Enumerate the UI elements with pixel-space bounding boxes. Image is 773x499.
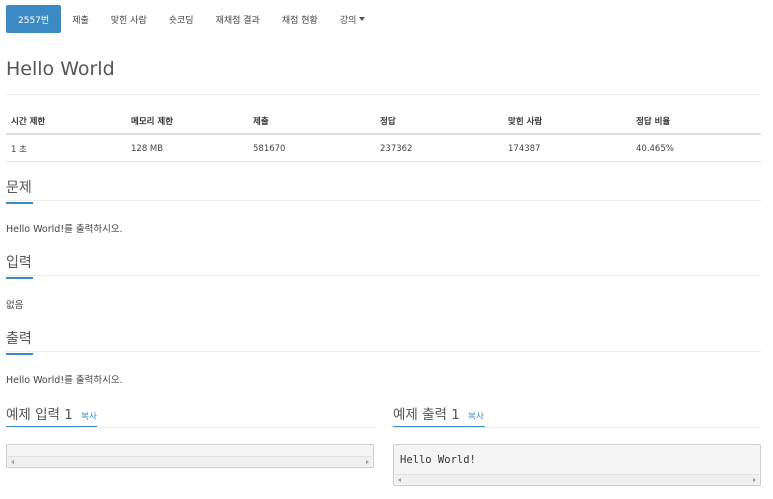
- sample-output-divider: [393, 427, 761, 428]
- caret-down-icon: [359, 17, 366, 21]
- header-accept-ratio: 정답 비율: [631, 107, 761, 135]
- section-output-underline: [6, 353, 33, 355]
- scroll-left-icon[interactable]: [398, 478, 401, 482]
- tab-judge-status[interactable]: 채점 현황: [271, 5, 329, 33]
- section-output-title: 출력: [6, 331, 32, 347]
- sample-output-heading: 예제 출력 1 복사: [393, 403, 484, 423]
- sample-input-title: 예제 입력: [6, 407, 60, 423]
- tab-problem-number[interactable]: 2557번: [6, 5, 62, 33]
- cell-accept-ratio: 40.465%: [631, 134, 761, 162]
- header-memory-limit: 메모리 제한: [126, 107, 248, 135]
- title-divider: [6, 94, 761, 95]
- tab-submit[interactable]: 제출: [61, 5, 100, 33]
- sample-input-scrollbar[interactable]: [8, 456, 372, 466]
- header-solved-users: 맞힌 사람: [503, 107, 631, 135]
- section-output-body: Hello World!를 출력하시오.: [6, 375, 123, 386]
- sample-output-number: 1: [451, 407, 460, 423]
- section-problem-underline: [6, 202, 33, 204]
- tab-short-coding[interactable]: 숏코딩: [158, 5, 205, 33]
- sample-input-divider: [6, 427, 374, 428]
- section-problem-divider: [6, 200, 761, 201]
- cell-memory-limit: 128 MB: [126, 134, 248, 162]
- problem-nav-tabs: 2557번 제출 맞힌 사람 숏코딩 재채점 결과 채점 현황 강의: [6, 5, 376, 33]
- problem-info-table: 시간 제한 메모리 제한 제출 정답 맞힌 사람 정답 비율 1 초 128 M…: [6, 107, 761, 162]
- section-input-body: 없음: [6, 300, 24, 311]
- sample-output-scrollbar[interactable]: [395, 474, 759, 484]
- sample-input-copy-link[interactable]: 복사: [81, 412, 97, 422]
- sample-output-title: 예제 출력: [393, 407, 447, 423]
- section-problem-body: Hello World!를 출력하시오.: [6, 224, 123, 235]
- section-input-title: 입력: [6, 255, 32, 271]
- table-row: 1 초 128 MB 581670 237362 174387 40.465%: [6, 134, 761, 162]
- sample-input-number: 1: [64, 407, 73, 423]
- sample-input-heading: 예제 입력 1 복사: [6, 403, 97, 423]
- section-problem-title: 문제: [6, 180, 32, 196]
- tab-lectures-dropdown[interactable]: 강의: [329, 5, 377, 33]
- tab-solved-users[interactable]: 맞힌 사람: [100, 5, 158, 33]
- header-accepted: 정답: [375, 107, 503, 135]
- sample-output-box[interactable]: Hello World!: [393, 444, 761, 486]
- scroll-right-icon[interactable]: [366, 460, 369, 464]
- header-submissions: 제출: [248, 107, 375, 135]
- header-time-limit: 시간 제한: [6, 107, 126, 135]
- scroll-right-icon[interactable]: [753, 478, 756, 482]
- cell-solved-users: 174387: [503, 134, 631, 162]
- sample-output-copy-link[interactable]: 복사: [468, 412, 484, 422]
- cell-time-limit: 1 초: [6, 134, 126, 162]
- section-output-divider: [6, 351, 761, 352]
- table-header-row: 시간 제한 메모리 제한 제출 정답 맞힌 사람 정답 비율: [6, 107, 761, 135]
- scroll-left-icon[interactable]: [11, 460, 14, 464]
- tab-lectures-label: 강의: [339, 15, 357, 26]
- tab-rejudge-results[interactable]: 재채점 결과: [205, 5, 271, 33]
- section-input-divider: [6, 275, 761, 276]
- page-title: Hello World: [6, 58, 115, 80]
- sample-input-box[interactable]: [6, 444, 374, 468]
- cell-submissions: 581670: [248, 134, 375, 162]
- cell-accepted: 237362: [375, 134, 503, 162]
- section-input-underline: [6, 277, 33, 279]
- sample-output-content: Hello World!: [400, 454, 476, 466]
